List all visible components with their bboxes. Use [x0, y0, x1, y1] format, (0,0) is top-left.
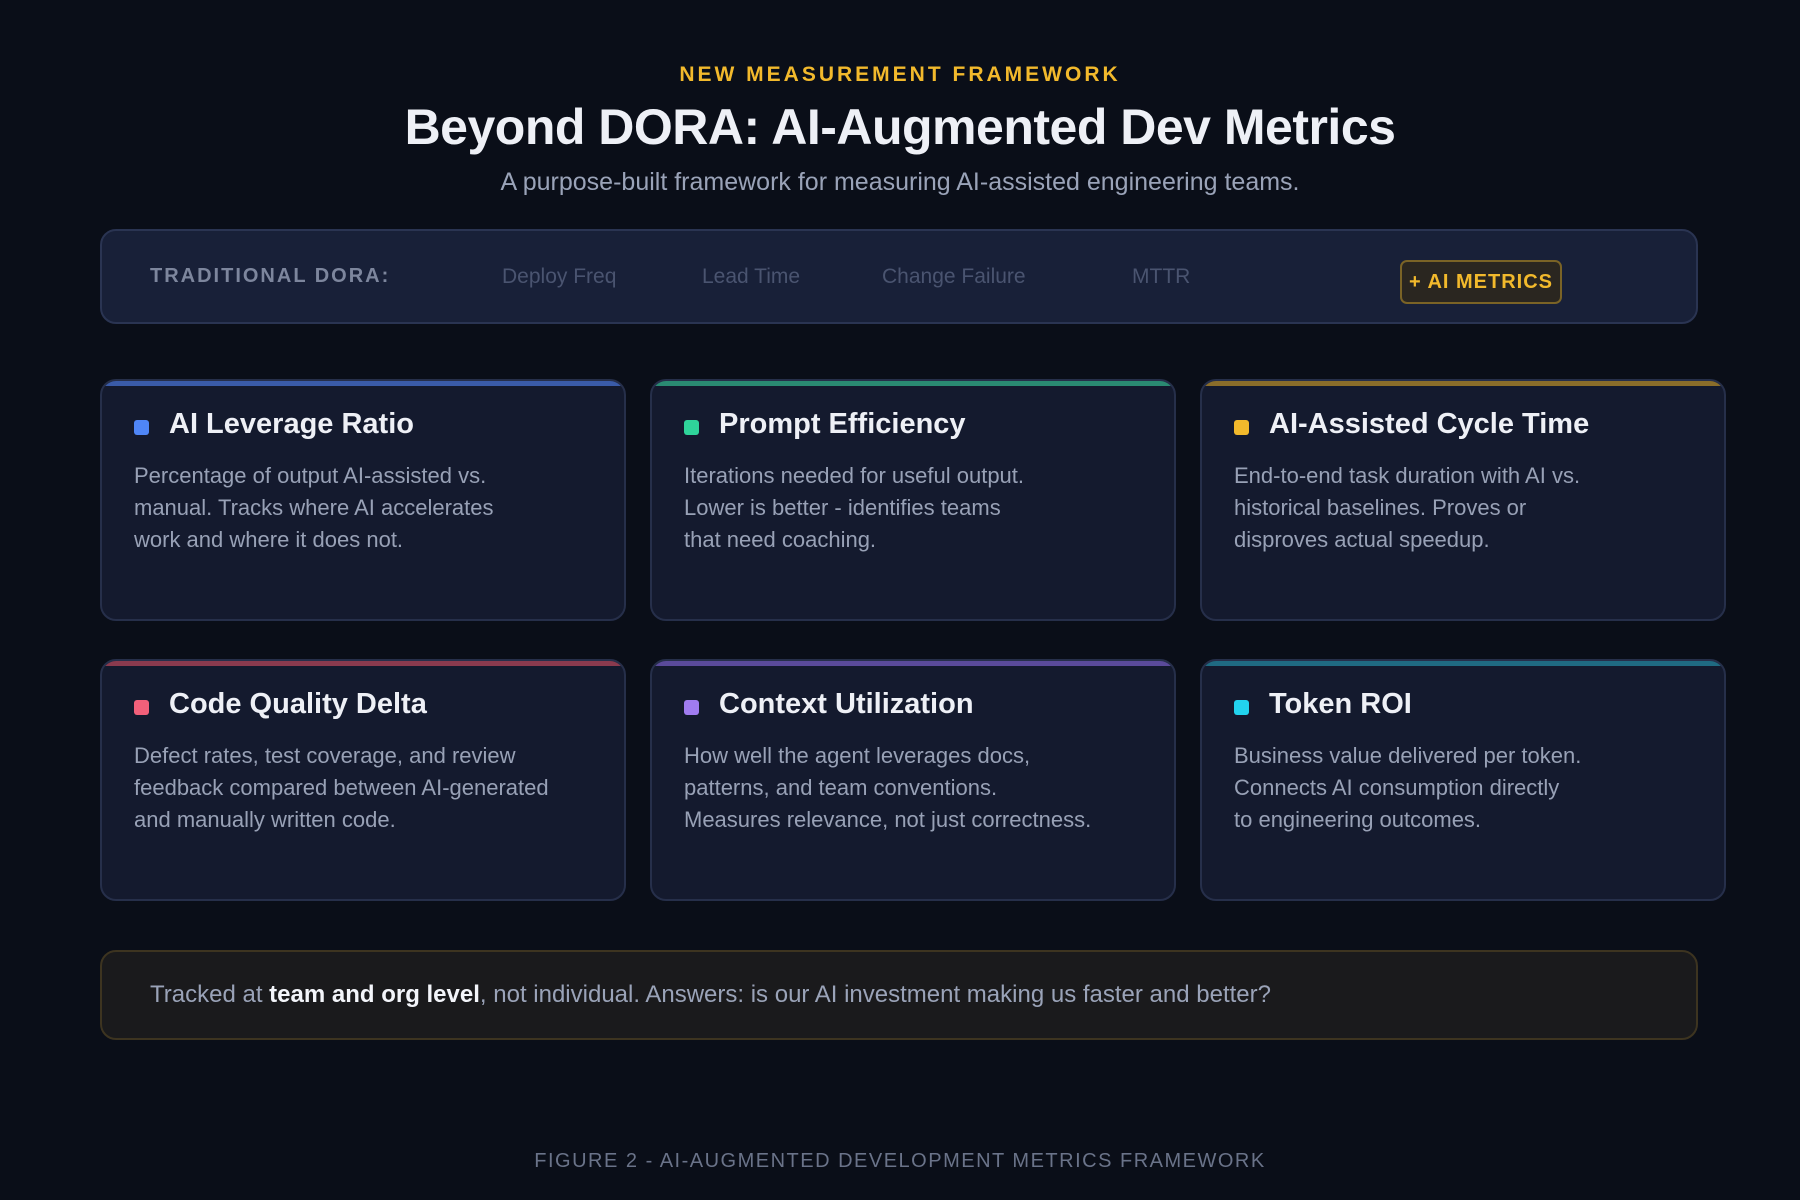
card-accent-bar — [652, 661, 1174, 666]
eyebrow-label: NEW MEASUREMENT FRAMEWORK — [679, 63, 1121, 86]
dora-item-deploy-freq: Deploy Freq — [502, 265, 617, 288]
card-accent-bar — [1202, 661, 1724, 666]
card-description: Percentage of output AI-assisted vs. man… — [134, 463, 494, 552]
metric-card-prompt-efficiency: Prompt Efficiency Iterations needed for … — [650, 379, 1176, 621]
summary-note-text: Tracked at team and org level, not indiv… — [150, 981, 1271, 1008]
page-title: Beyond DORA: AI-Augmented Dev Metrics — [404, 99, 1396, 155]
dora-item-change-failure: Change Failure — [882, 265, 1026, 288]
card-title: Prompt Efficiency — [719, 408, 966, 440]
summary-note-emphasis: team and org level — [269, 981, 480, 1008]
card-dot-icon — [134, 420, 149, 435]
card-title: Token ROI — [1269, 688, 1412, 720]
dora-bar: TRADITIONAL DORA: Deploy Freq Lead Time … — [100, 229, 1698, 324]
metric-card-context-utilization: Context Utilization How well the agent l… — [650, 659, 1176, 901]
metric-card-code-quality-delta: Code Quality Delta Defect rates, test co… — [100, 659, 626, 901]
card-title: Context Utilization — [719, 688, 974, 720]
card-description: End-to-end task duration with AI vs. his… — [1234, 463, 1581, 552]
metric-card-ai-assisted-cycle-time: AI-Assisted Cycle Time End-to-end task d… — [1200, 379, 1726, 621]
card-dot-icon — [1234, 700, 1249, 715]
card-description: How well the agent leverages docs, patte… — [684, 743, 1092, 832]
page-subtitle: A purpose-built framework for measuring … — [500, 168, 1300, 196]
card-title: Code Quality Delta — [169, 688, 427, 720]
card-title: AI Leverage Ratio — [169, 408, 414, 440]
card-description: Iterations needed for useful output. Low… — [684, 463, 1025, 552]
card-description: Defect rates, test coverage, and review … — [134, 743, 549, 832]
metric-card-ai-leverage-ratio: AI Leverage Ratio Percentage of output A… — [100, 379, 626, 621]
card-accent-bar — [652, 381, 1174, 386]
figure-caption: FIGURE 2 - AI-AUGMENTED DEVELOPMENT METR… — [534, 1150, 1266, 1172]
dora-item-mttr: MTTR — [1132, 265, 1191, 288]
card-accent-bar — [102, 381, 624, 386]
card-dot-icon — [684, 700, 699, 715]
card-description: Business value delivered per token. Conn… — [1234, 743, 1582, 832]
dora-item-lead-time: Lead Time — [702, 265, 801, 288]
metric-card-token-roi: Token ROI Business value delivered per t… — [1200, 659, 1726, 901]
ai-metrics-badge: + AI METRICS — [1400, 260, 1562, 304]
card-title: AI-Assisted Cycle Time — [1269, 408, 1590, 440]
card-dot-icon — [1234, 420, 1249, 435]
card-accent-bar — [102, 661, 624, 666]
dora-label: TRADITIONAL DORA: — [150, 265, 391, 287]
card-dot-icon — [684, 420, 699, 435]
card-dot-icon — [134, 700, 149, 715]
card-accent-bar — [1202, 381, 1724, 386]
summary-note: Tracked at team and org level, not indiv… — [100, 950, 1698, 1040]
